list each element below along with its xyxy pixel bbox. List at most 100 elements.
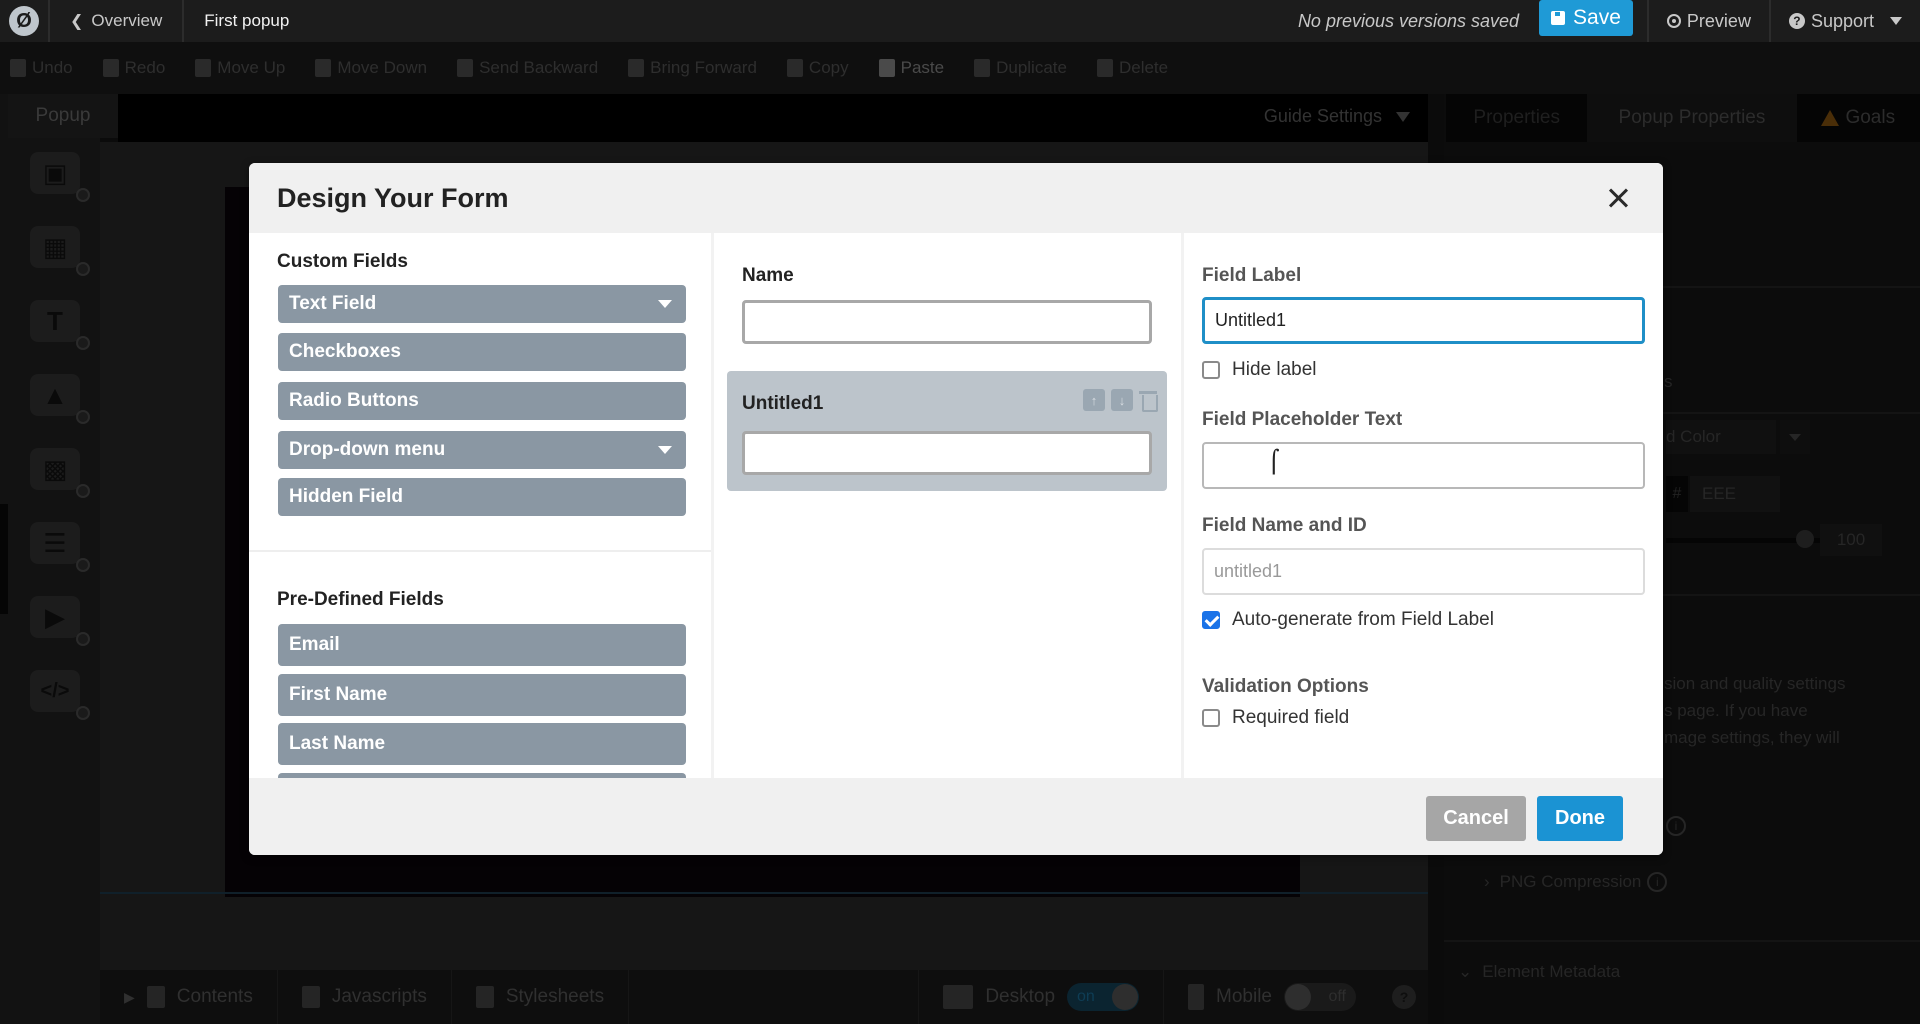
add-hidden-field-button[interactable]: Hidden Field	[278, 478, 686, 516]
field-name-id-input[interactable]	[1202, 548, 1645, 595]
field-properties: Field Label Hide label Field Placeholder…	[1184, 233, 1663, 778]
send-backward-button[interactable]: Send Backward	[457, 58, 598, 78]
add-checkboxes-button[interactable]: Checkboxes	[278, 333, 686, 371]
preview-button[interactable]: Preview	[1646, 0, 1769, 42]
opacity-slider-knob[interactable]	[1796, 530, 1814, 548]
add-text-field-button[interactable]: Text Field	[278, 285, 686, 323]
name-field-preview[interactable]	[742, 300, 1152, 344]
untitled1-field-preview[interactable]	[742, 431, 1152, 475]
button-tool[interactable]: ▩	[30, 448, 90, 498]
autogenerate-checkbox[interactable]: Auto-generate from Field Label	[1202, 609, 1494, 631]
stylesheets-tab[interactable]: Stylesheets	[452, 970, 630, 1024]
tab-properties[interactable]: Properties	[1446, 94, 1588, 142]
overview-label: Overview	[91, 11, 163, 30]
collapse-handle[interactable]	[0, 504, 8, 614]
paste-button[interactable]: Paste	[878, 58, 945, 78]
selected-form-field[interactable]: Untitled1 ↑ ↓	[727, 371, 1167, 491]
hex-color-input[interactable]: EEE	[1690, 476, 1780, 512]
arrow-up-icon[interactable]: ↑	[1083, 389, 1105, 411]
trash-icon[interactable]	[1139, 389, 1158, 412]
save-button[interactable]: Save	[1539, 0, 1633, 36]
info-icon[interactable]: i	[1666, 815, 1686, 836]
delete-button[interactable]: Delete	[1096, 58, 1169, 78]
png-compression-toggle[interactable]: › PNG Compression i	[1484, 872, 1668, 892]
popup-tab[interactable]: Popup	[8, 94, 118, 138]
caret-down-icon	[1890, 17, 1902, 25]
floppy-icon	[1551, 11, 1566, 25]
cancel-button[interactable]: Cancel	[1426, 796, 1526, 841]
section-tool[interactable]: ▦	[30, 226, 90, 276]
desktop-toggle-state: on	[1077, 988, 1095, 1005]
checkbox-checked[interactable]	[1202, 611, 1220, 629]
app-logo[interactable]: Ø	[0, 0, 50, 42]
form-icon: ☰	[43, 527, 67, 558]
code-tool[interactable]: </>	[30, 670, 90, 720]
desktop-toggle[interactable]: on	[1067, 983, 1140, 1011]
move-up-label: Move Up	[217, 58, 286, 77]
field-actions: ↑ ↓	[1083, 389, 1158, 412]
section-icon: ▦	[42, 231, 68, 262]
add-badge-icon	[76, 410, 90, 424]
tab-goals[interactable]: Goals	[1796, 94, 1920, 142]
element-metadata-label: Element Metadata	[1482, 962, 1621, 981]
required-field-text: Required field	[1232, 707, 1350, 728]
element-metadata-toggle[interactable]: ⌄ Element Metadata	[1458, 962, 1620, 982]
undo-icon	[10, 59, 26, 77]
help-icon[interactable]: ?	[1392, 985, 1416, 1009]
design-form-modal: Design Your Form Custom Fields Text Fiel…	[249, 163, 1663, 855]
page-name[interactable]: First popup	[184, 11, 309, 31]
redo-icon	[102, 59, 119, 77]
js-file-icon	[301, 986, 320, 1008]
image-tool[interactable]: ▲	[30, 374, 90, 424]
text-tool[interactable]: T	[30, 300, 90, 350]
hide-label-checkbox[interactable]: Hide label	[1202, 359, 1317, 381]
bring-forward-label: Bring Forward	[650, 58, 757, 77]
paste-label: Paste	[900, 58, 945, 77]
field-label-input[interactable]	[1202, 297, 1645, 344]
add-last-name-field-button[interactable]: Last Name	[278, 723, 686, 765]
field-label-title: Field Label	[1202, 265, 1302, 286]
redo-button[interactable]: Redo	[102, 58, 165, 78]
javascripts-tab[interactable]: Javascripts	[278, 970, 452, 1024]
form-preview: Name Untitled1 ↑ ↓	[714, 233, 1184, 778]
validation-options-title: Validation Options	[1202, 676, 1369, 697]
bring-forward-button[interactable]: Bring Forward	[628, 58, 757, 78]
support-menu[interactable]: ? Support	[1768, 0, 1920, 42]
info-icon[interactable]: i	[1647, 872, 1668, 892]
opacity-value-input[interactable]: 100	[1820, 524, 1882, 556]
tab-popup-properties[interactable]: Popup Properties	[1587, 94, 1797, 142]
box-tool[interactable]: ▣	[30, 152, 90, 202]
add-radio-buttons-button[interactable]: Radio Buttons	[278, 382, 686, 420]
duplicate-button[interactable]: Duplicate	[974, 58, 1067, 78]
checkbox-unchecked[interactable]	[1202, 361, 1220, 379]
video-tool[interactable]: ▶	[30, 596, 90, 646]
contents-tab[interactable]: ▶ Contents	[100, 970, 278, 1024]
modal-title: Design Your Form	[277, 182, 509, 213]
copy-button[interactable]: Copy	[786, 58, 849, 78]
caret-down-icon[interactable]	[658, 446, 672, 454]
undo-button[interactable]: Undo	[10, 58, 73, 78]
arrow-down-icon[interactable]: ↓	[1111, 389, 1133, 411]
done-button[interactable]: Done	[1537, 796, 1623, 841]
monitor-icon	[943, 985, 974, 1009]
delete-label: Delete	[1118, 58, 1169, 77]
overview-link[interactable]: ❮ Overview	[50, 0, 185, 42]
color-type-select[interactable]: d Color	[1666, 420, 1776, 454]
button-icon: ▩	[42, 453, 68, 484]
guide-settings-dropdown[interactable]: Guide Settings	[1264, 106, 1410, 127]
chevron-down-icon[interactable]	[1780, 420, 1810, 454]
form-tool[interactable]: ☰	[30, 522, 90, 572]
checkbox-unchecked[interactable]	[1202, 709, 1220, 727]
field-button-label: First Name	[289, 684, 388, 705]
close-icon[interactable]	[1603, 183, 1633, 213]
add-first-name-field-button[interactable]: First Name	[278, 674, 686, 716]
field-button-label: Email	[289, 634, 340, 655]
add-dropdown-menu-button[interactable]: Drop-down menu	[278, 431, 686, 469]
caret-down-icon[interactable]	[658, 300, 672, 308]
required-field-checkbox[interactable]: Required field	[1202, 707, 1349, 729]
move-down-button[interactable]: Move Down	[315, 58, 427, 78]
mobile-toggle[interactable]: off	[1284, 983, 1356, 1011]
add-email-field-button[interactable]: Email	[278, 624, 686, 666]
move-up-button[interactable]: Move Up	[195, 58, 285, 78]
phone-icon	[1188, 984, 1205, 1010]
